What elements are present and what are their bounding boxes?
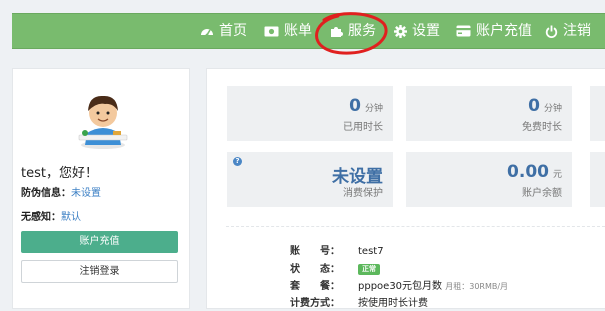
detail-row-account: 账 号： test7 [290, 245, 384, 259]
balance-value: 0.00 [507, 162, 549, 182]
detail-key: 账 号： [290, 246, 340, 257]
nav-item-logout[interactable]: 注销 [545, 14, 591, 48]
gear-icon [394, 24, 407, 38]
dashboard-icon [201, 29, 213, 37]
anti-fraud-link[interactable]: 未设置 [71, 188, 101, 199]
nav-item-recharge[interactable]: 账户充值 [456, 14, 532, 48]
used-duration-unit: 分钟 [364, 104, 383, 114]
puzzle-icon [331, 26, 343, 37]
nav-label-settings: 设置 [412, 23, 440, 39]
no-sense-label: 无感知： [21, 212, 61, 223]
stat-box-edge [590, 86, 605, 141]
nav-label-logout: 注销 [563, 23, 591, 39]
anti-fraud-row: 防伪信息：未设置 [21, 184, 101, 199]
section-divider [226, 226, 605, 228]
status-badge: 正常 [358, 263, 380, 275]
stat-used-duration: 0 分钟 已用时长 [227, 86, 393, 141]
stat-free-duration: 0 分钟 免费时长 [406, 86, 572, 141]
detail-key: 套 餐： [290, 281, 340, 292]
nav-label-services: 服务 [348, 23, 376, 39]
greeting-text: test，您好！ [21, 166, 98, 181]
recharge-button[interactable]: 账户充值 [21, 231, 178, 253]
nav-item-home[interactable]: 首页 [200, 14, 247, 48]
balance-label: 账户余额 [522, 188, 562, 199]
used-duration-label: 已用时长 [343, 122, 383, 133]
free-duration-value: 0 [528, 96, 540, 116]
stat-box-edge [590, 152, 605, 207]
package-rent: 月租：30RMB/月 [445, 282, 509, 291]
credit-card-icon [456, 25, 471, 37]
avatar [78, 95, 128, 149]
nav-item-bills[interactable]: 账单 [264, 14, 312, 48]
detail-value: 按使用时长计费 [358, 298, 428, 309]
profile-card: test，您好！ 防伪信息：未设置 无感知：默认 账户充值 注销登录 [12, 68, 190, 309]
detail-key: 状 态： [290, 264, 340, 275]
money-icon [264, 26, 279, 36]
no-sense-row: 无感知：默认 [21, 208, 81, 223]
detail-key: 计费方式： [290, 298, 340, 309]
consumption-protection-label: 消费保护 [343, 188, 383, 199]
nav-label-home: 首页 [219, 23, 247, 39]
detail-row-billing: 计费方式： 按使用时长计费 [290, 297, 428, 311]
top-nav-bar: 首页 账单 服务 设置 账户充值 注销 [12, 13, 605, 49]
detail-value: pppoe30元包月数 [358, 281, 443, 292]
nav-label-recharge: 账户充值 [476, 23, 532, 39]
no-sense-link[interactable]: 默认 [61, 212, 81, 223]
power-icon [545, 25, 558, 38]
stat-balance: 0.00 元 账户余额 [406, 152, 572, 207]
nav-item-services[interactable]: 服务 [330, 14, 376, 48]
balance-unit: 元 [552, 170, 562, 180]
help-icon[interactable]: ? [233, 157, 242, 166]
nav-item-settings[interactable]: 设置 [394, 14, 440, 48]
logout-button[interactable]: 注销登录 [21, 260, 178, 283]
detail-row-package: 套 餐： pppoe30元包月数 月租：30RMB/月 [290, 280, 508, 294]
used-duration-value: 0 [349, 96, 361, 116]
nav-label-bills: 账单 [284, 23, 312, 39]
free-duration-unit: 分钟 [543, 104, 562, 114]
detail-row-status: 状 态： 正常 [290, 263, 380, 277]
detail-value: test7 [358, 246, 384, 257]
stat-consumption-protection: ? 未设置 消费保护 [227, 152, 393, 207]
anti-fraud-label: 防伪信息： [21, 188, 71, 199]
free-duration-label: 免费时长 [522, 122, 562, 133]
